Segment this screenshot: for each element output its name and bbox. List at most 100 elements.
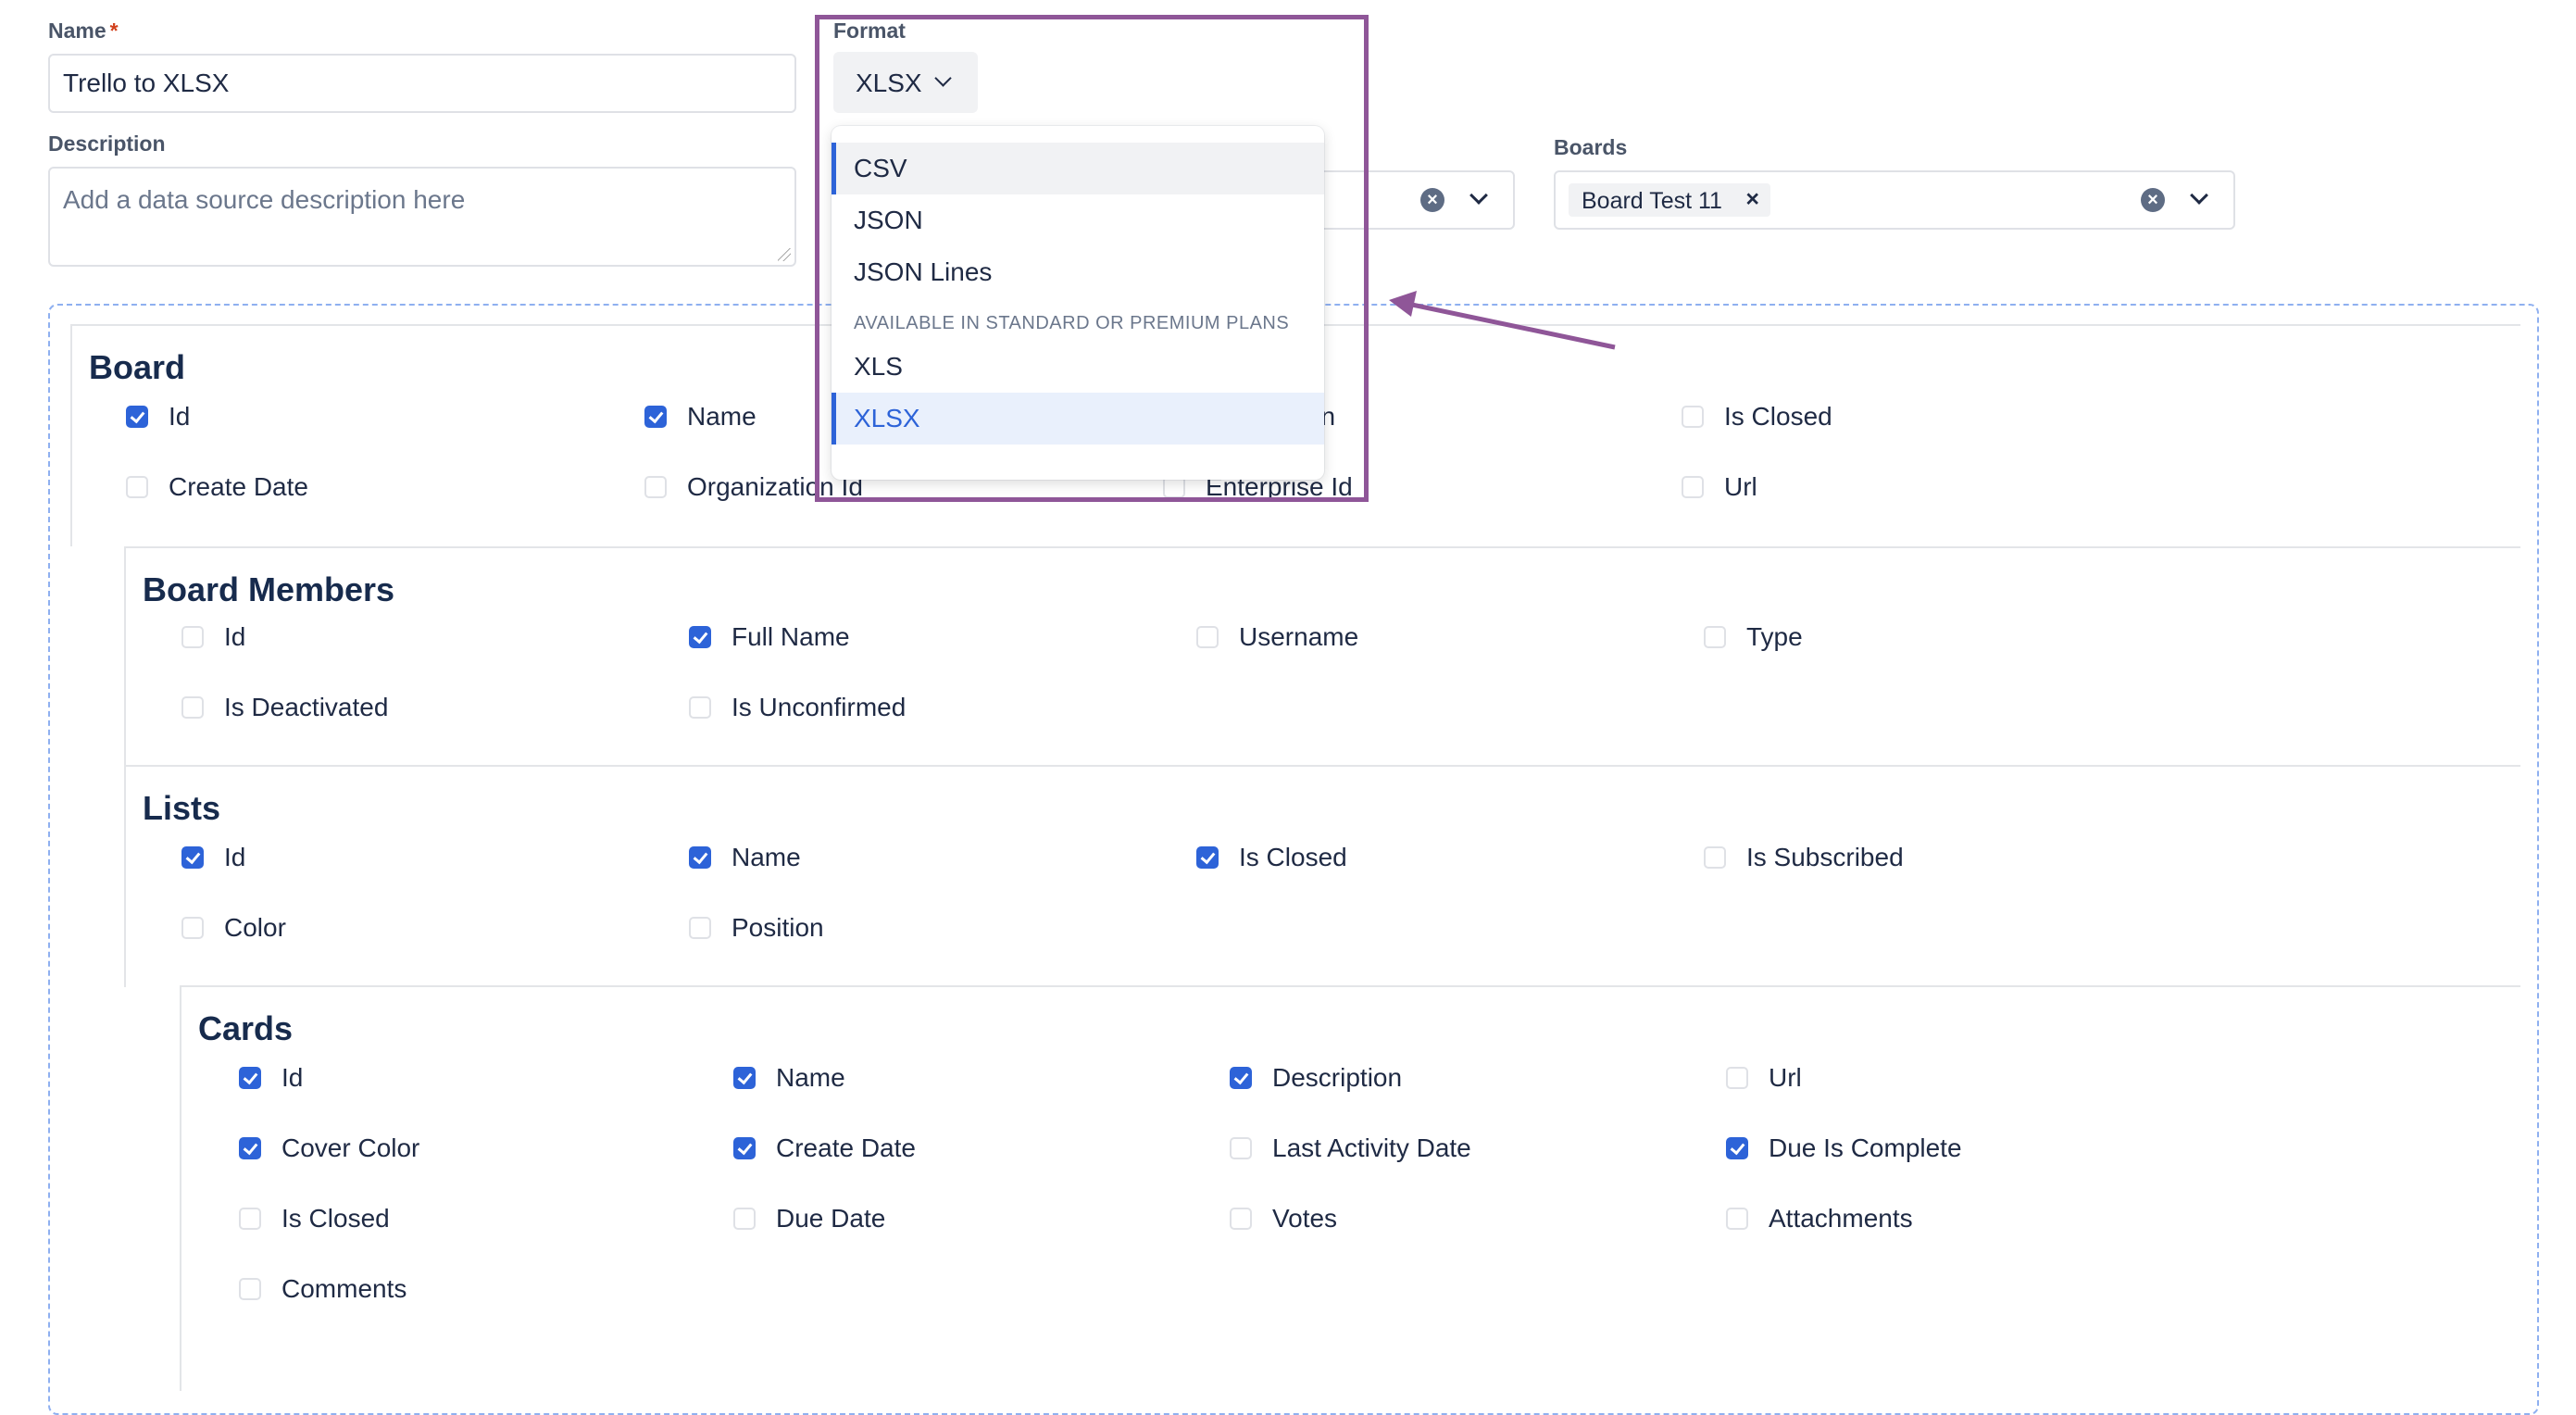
field-checkbox[interactable]: Is Subscribed bbox=[1704, 843, 1904, 872]
option-label: CSV bbox=[854, 154, 907, 182]
field-checkbox[interactable]: Is Closed bbox=[239, 1204, 390, 1233]
field-checkbox[interactable]: Is Closed bbox=[1682, 402, 1832, 432]
checkbox-unchecked-icon[interactable] bbox=[181, 917, 204, 939]
field-checkbox[interactable]: Id bbox=[126, 402, 190, 432]
field-checkbox[interactable]: Username bbox=[1196, 622, 1358, 652]
field-label: Url bbox=[1724, 472, 1757, 501]
checkbox-unchecked-icon[interactable] bbox=[1726, 1208, 1748, 1230]
checkbox-checked-icon[interactable] bbox=[689, 626, 711, 648]
field-label: Is Closed bbox=[1239, 843, 1347, 871]
checkbox-unchecked-icon[interactable] bbox=[689, 917, 711, 939]
checkbox-unchecked-icon[interactable] bbox=[239, 1208, 261, 1230]
checkbox-checked-icon[interactable] bbox=[733, 1067, 756, 1089]
field-label: Is Closed bbox=[1724, 402, 1832, 431]
clear-icon[interactable]: × bbox=[1420, 188, 1444, 212]
field-checkbox[interactable]: Due Is Complete bbox=[1726, 1133, 1962, 1163]
clear-icon[interactable]: × bbox=[2141, 188, 2165, 212]
field-label: Type bbox=[1746, 622, 1803, 651]
field-checkbox[interactable]: Organization Id bbox=[644, 472, 863, 502]
field-checkbox[interactable]: Comments bbox=[239, 1274, 406, 1304]
field-checkbox[interactable]: Name bbox=[733, 1063, 845, 1093]
checkbox-unchecked-icon[interactable] bbox=[1704, 846, 1726, 869]
field-checkbox[interactable]: Position bbox=[689, 913, 824, 943]
checkbox-unchecked-icon[interactable] bbox=[181, 626, 204, 648]
name-input[interactable]: Trello to XLSX bbox=[48, 54, 796, 113]
resize-handle-icon[interactable] bbox=[778, 248, 791, 261]
field-checkbox[interactable]: Id bbox=[181, 843, 245, 872]
premium-group-header: AVAILABLE IN STANDARD OR PREMIUM PLANS bbox=[854, 313, 1290, 333]
format-option[interactable]: XLSX bbox=[832, 393, 1324, 445]
checkbox-unchecked-icon[interactable] bbox=[644, 476, 667, 498]
chevron-down-icon[interactable] bbox=[1469, 186, 1488, 205]
field-checkbox[interactable]: Id bbox=[239, 1063, 303, 1093]
field-checkbox[interactable]: Type bbox=[1704, 622, 1803, 652]
section-title: Lists bbox=[143, 789, 221, 827]
field-label: Color bbox=[224, 913, 286, 942]
checkbox-checked-icon[interactable] bbox=[689, 846, 711, 869]
description-textarea[interactable]: Add a data source description here bbox=[48, 167, 796, 267]
checkbox-unchecked-icon[interactable] bbox=[1726, 1067, 1748, 1089]
field-checkbox[interactable]: Color bbox=[181, 913, 286, 943]
checkbox-checked-icon[interactable] bbox=[1726, 1137, 1748, 1159]
field-checkbox[interactable]: Is Closed bbox=[1196, 843, 1347, 872]
field-checkbox[interactable]: Is Deactivated bbox=[181, 693, 388, 722]
checkbox-unchecked-icon[interactable] bbox=[181, 696, 204, 719]
checkbox-checked-icon[interactable] bbox=[126, 406, 148, 428]
format-select[interactable]: XLSX bbox=[833, 52, 978, 113]
field-label: Is Deactivated bbox=[224, 693, 389, 721]
section-title: Board Members bbox=[143, 570, 395, 608]
annotation-arrow-icon bbox=[1389, 291, 1616, 350]
format-select-value: XLSX bbox=[856, 69, 922, 97]
name-label-text: Name bbox=[48, 19, 106, 43]
section-title: Board bbox=[89, 348, 186, 386]
checkbox-checked-icon[interactable] bbox=[239, 1137, 261, 1159]
field-label: Position bbox=[732, 913, 824, 942]
field-checkbox[interactable]: Create Date bbox=[733, 1133, 916, 1163]
field-label: Create Date bbox=[169, 472, 308, 501]
tag-remove-icon[interactable]: × bbox=[1745, 186, 1759, 213]
checkbox-unchecked-icon[interactable] bbox=[1682, 476, 1704, 498]
field-label: Due Date bbox=[776, 1204, 886, 1233]
field-label: Last Activity Date bbox=[1272, 1133, 1471, 1162]
name-input-value: Trello to XLSX bbox=[63, 69, 230, 97]
checkbox-checked-icon[interactable] bbox=[1230, 1067, 1252, 1089]
checkbox-unchecked-icon[interactable] bbox=[689, 696, 711, 719]
checkbox-unchecked-icon[interactable] bbox=[1682, 406, 1704, 428]
chevron-down-icon[interactable] bbox=[2190, 186, 2208, 205]
checkbox-unchecked-icon[interactable] bbox=[239, 1278, 261, 1300]
field-checkbox[interactable]: Url bbox=[1726, 1063, 1802, 1093]
field-checkbox[interactable]: Url bbox=[1682, 472, 1757, 502]
field-checkbox[interactable]: Votes bbox=[1230, 1204, 1337, 1233]
section-board-members bbox=[124, 546, 2520, 767]
checkbox-unchecked-icon[interactable] bbox=[1196, 626, 1219, 648]
field-checkbox[interactable]: Is Unconfirmed bbox=[689, 693, 906, 722]
checkbox-checked-icon[interactable] bbox=[239, 1067, 261, 1089]
checkbox-unchecked-icon[interactable] bbox=[1230, 1208, 1252, 1230]
checkbox-checked-icon[interactable] bbox=[1196, 846, 1219, 869]
checkbox-unchecked-icon[interactable] bbox=[1230, 1137, 1252, 1159]
format-option[interactable]: JSON bbox=[832, 194, 1324, 246]
field-checkbox[interactable]: Name bbox=[689, 843, 801, 872]
format-option[interactable]: JSON Lines bbox=[832, 246, 1324, 298]
field-checkbox[interactable]: Last Activity Date bbox=[1230, 1133, 1471, 1163]
field-label: Id bbox=[224, 622, 246, 651]
field-checkbox[interactable]: Full Name bbox=[689, 622, 850, 652]
checkbox-unchecked-icon[interactable] bbox=[1704, 626, 1726, 648]
format-option[interactable]: CSV bbox=[832, 143, 1324, 194]
option-label: JSON bbox=[854, 206, 923, 234]
checkbox-checked-icon[interactable] bbox=[181, 846, 204, 869]
field-checkbox[interactable]: Description bbox=[1230, 1063, 1402, 1093]
field-checkbox[interactable]: Due Date bbox=[733, 1204, 885, 1233]
checkbox-unchecked-icon[interactable] bbox=[126, 476, 148, 498]
checkbox-unchecked-icon[interactable] bbox=[733, 1208, 756, 1230]
boards-select[interactable]: Board Test 11 × × bbox=[1554, 170, 2235, 230]
field-checkbox[interactable]: Create Date bbox=[126, 472, 308, 502]
field-checkbox[interactable]: Cover Color bbox=[239, 1133, 419, 1163]
field-checkbox[interactable]: Attachments bbox=[1726, 1204, 1913, 1233]
field-checkbox[interactable]: Id bbox=[181, 622, 245, 652]
field-label: Id bbox=[169, 402, 191, 431]
checkbox-checked-icon[interactable] bbox=[644, 406, 667, 428]
format-option[interactable]: XLS bbox=[832, 341, 1324, 393]
field-checkbox[interactable]: Name bbox=[644, 402, 757, 432]
checkbox-checked-icon[interactable] bbox=[733, 1137, 756, 1159]
